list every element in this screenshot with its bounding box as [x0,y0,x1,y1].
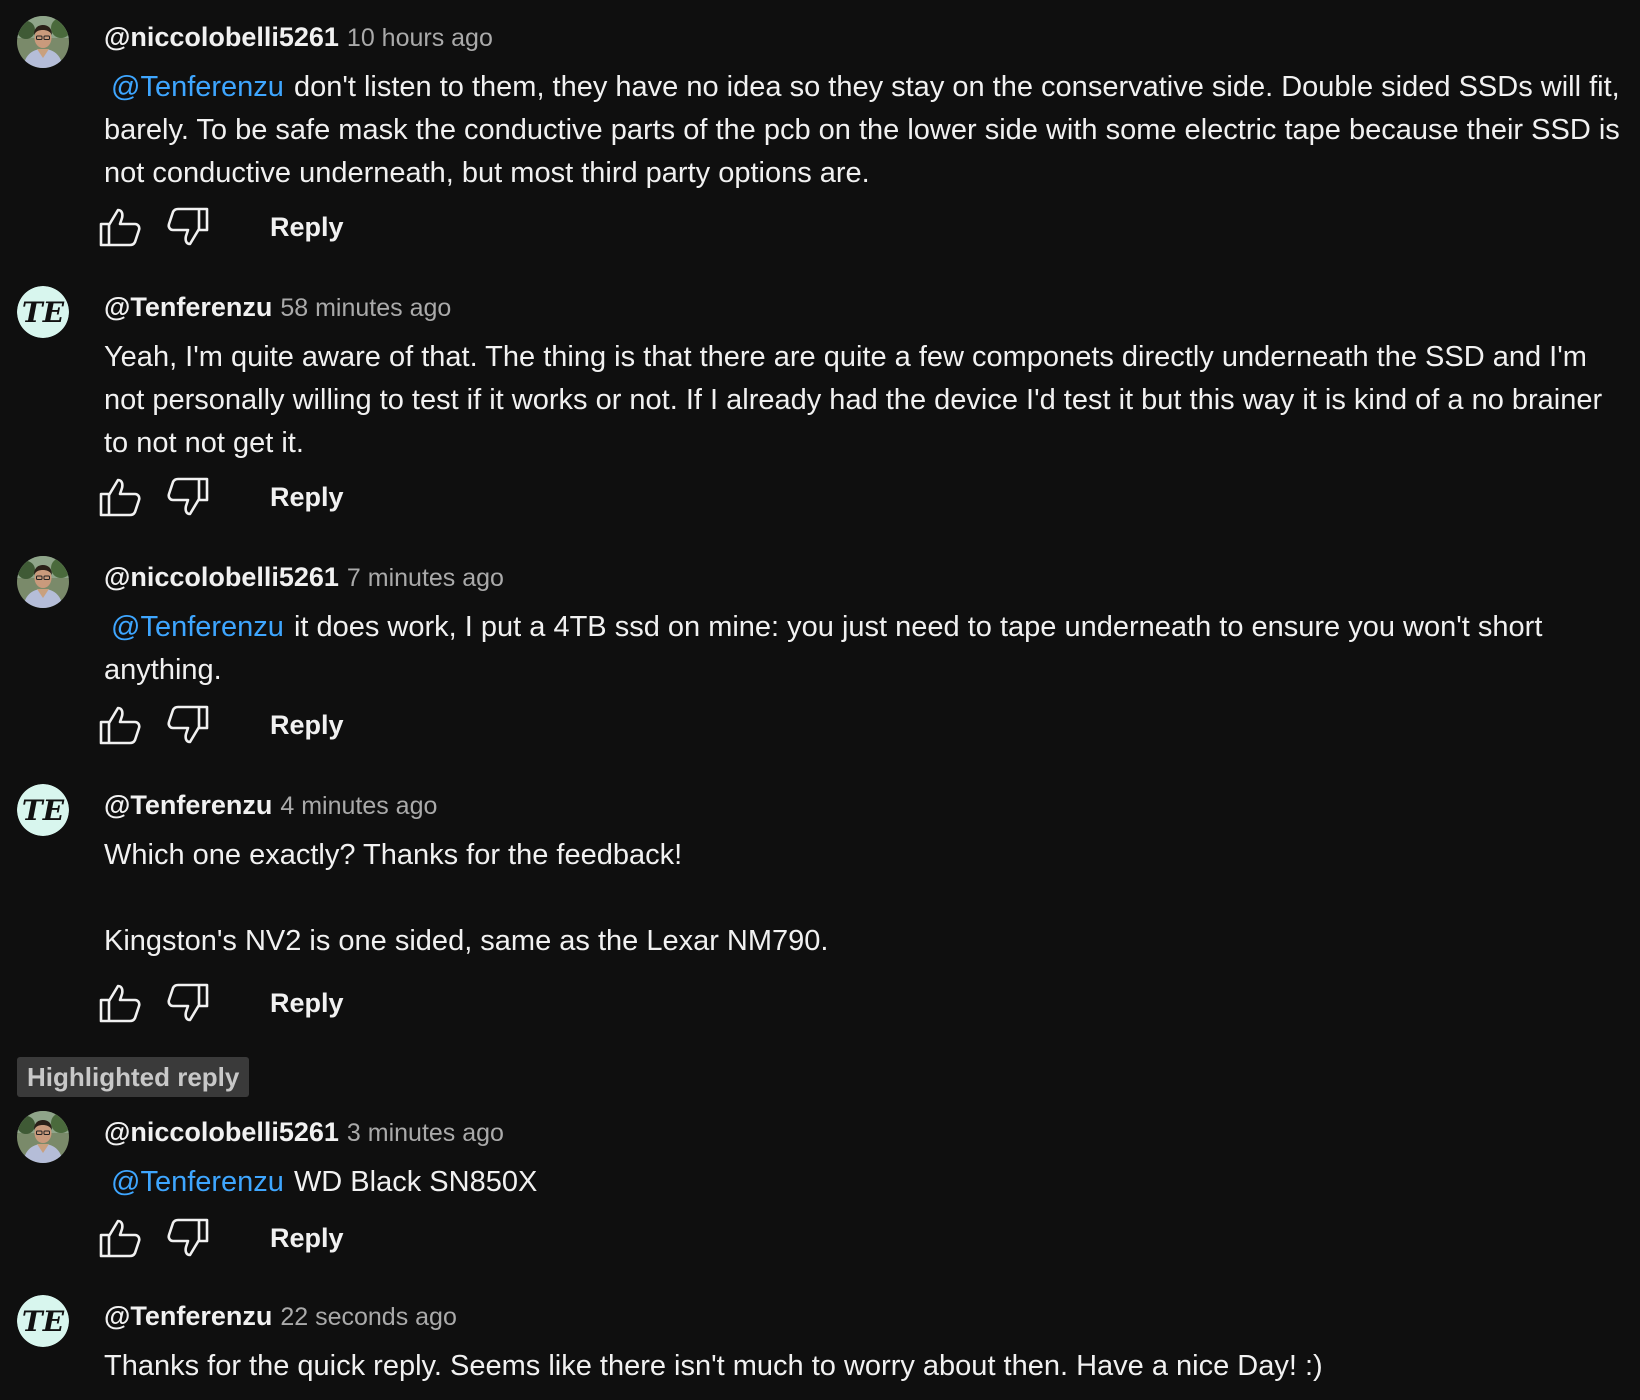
te-logo-avatar[interactable] [17,1295,69,1347]
comment-text: Which one exactly? Thanks for the feedba… [104,834,1632,963]
comment-text-content: Kingston's NV2 is one sided, same as the… [104,925,829,957]
comment-header: @niccolobelli5261 7 minutes ago [104,560,504,599]
thumbs-up-icon[interactable] [98,475,142,519]
mention-link[interactable]: @Tenferenzu [104,71,294,103]
reply-button[interactable]: Reply [266,978,348,1028]
comment-time[interactable]: 3 minutes ago [347,1119,504,1147]
comment-text-content: Yeah, I'm quite aware of that. The thing… [104,341,1603,459]
comment-time[interactable]: 22 seconds ago [280,1303,457,1331]
comment-actions: Reply [98,978,398,1028]
comment-text-content: don't listen to them, they have no idea … [104,71,1620,189]
comment-author[interactable]: @niccolobelli5261 [104,1117,339,1147]
comment-actions: Reply [98,472,398,522]
comment-author[interactable]: @Tenferenzu [104,1301,272,1331]
reply-button[interactable]: Reply [266,202,348,252]
mention-link[interactable]: @Tenferenzu [104,611,294,643]
comment-author[interactable]: @Tenferenzu [104,790,272,820]
comment-actions: Reply [98,202,398,252]
comment-header: @Tenferenzu 4 minutes ago [104,788,437,827]
highlighted-reply-badge: Highlighted reply [17,1057,250,1097]
comment-header: @niccolobelli5261 10 hours ago [104,20,493,59]
comment-text-content: it does work, I put a 4TB ssd on mine: y… [104,611,1543,686]
comment-header: @Tenferenzu 22 seconds ago [104,1299,457,1338]
thumbs-up-icon[interactable] [98,981,142,1025]
comment-text: @Tenferenzu WD Black SN850X [104,1161,1632,1204]
comment-text-content: WD Black SN850X [293,1166,538,1198]
comment-time[interactable]: 58 minutes ago [280,294,451,322]
comment-text: @Tenferenzu it does work, I put a 4TB ssd… [104,606,1632,692]
mention-link[interactable]: @Tenferenzu [104,1166,294,1198]
te-logo-avatar[interactable] [17,286,69,338]
user-photo-avatar[interactable] [17,1111,69,1163]
reply-button[interactable]: Reply [266,700,348,750]
comment-text: Thanks for the quick reply. Seems like t… [104,1345,1632,1388]
comment-time[interactable]: 10 hours ago [347,24,493,52]
thumbs-down-icon[interactable] [166,981,210,1025]
thumbs-up-icon[interactable] [98,703,142,747]
te-logo-avatar[interactable] [17,784,69,836]
comment-actions: Reply [98,1213,398,1263]
comment-actions: Reply [98,700,398,750]
thumbs-down-icon[interactable] [166,475,210,519]
thumbs-down-icon[interactable] [166,1216,210,1260]
user-photo-avatar[interactable] [17,16,69,68]
comment-text: @Tenferenzu don't listen to them, they ha… [104,66,1632,195]
comment-header: @Tenferenzu 58 minutes ago [104,290,451,329]
comment-time[interactable]: 4 minutes ago [280,792,437,820]
comment-text-content: Thanks for the quick reply. Seems like t… [104,1350,1323,1382]
thumbs-up-icon[interactable] [98,205,142,249]
thumbs-up-icon[interactable] [98,1216,142,1260]
comment-header: @niccolobelli5261 3 minutes ago [104,1115,504,1154]
comment-time[interactable]: 7 minutes ago [347,564,504,592]
reply-button[interactable]: Reply [266,472,348,522]
comment-author[interactable]: @Tenferenzu [104,292,272,322]
thumbs-down-icon[interactable] [166,205,210,249]
comment-text: Yeah, I'm quite aware of that. The thing… [104,336,1632,465]
thumbs-down-icon[interactable] [166,703,210,747]
comment-author[interactable]: @niccolobelli5261 [104,562,339,592]
comment-author[interactable]: @niccolobelli5261 [104,22,339,52]
reply-button[interactable]: Reply [266,1213,348,1263]
comment-thread: @niccolobelli5261 10 hours ago @Tenferenz… [0,0,1640,1400]
comment-text-content: Which one exactly? Thanks for the feedba… [104,839,683,871]
user-photo-avatar[interactable] [17,556,69,608]
